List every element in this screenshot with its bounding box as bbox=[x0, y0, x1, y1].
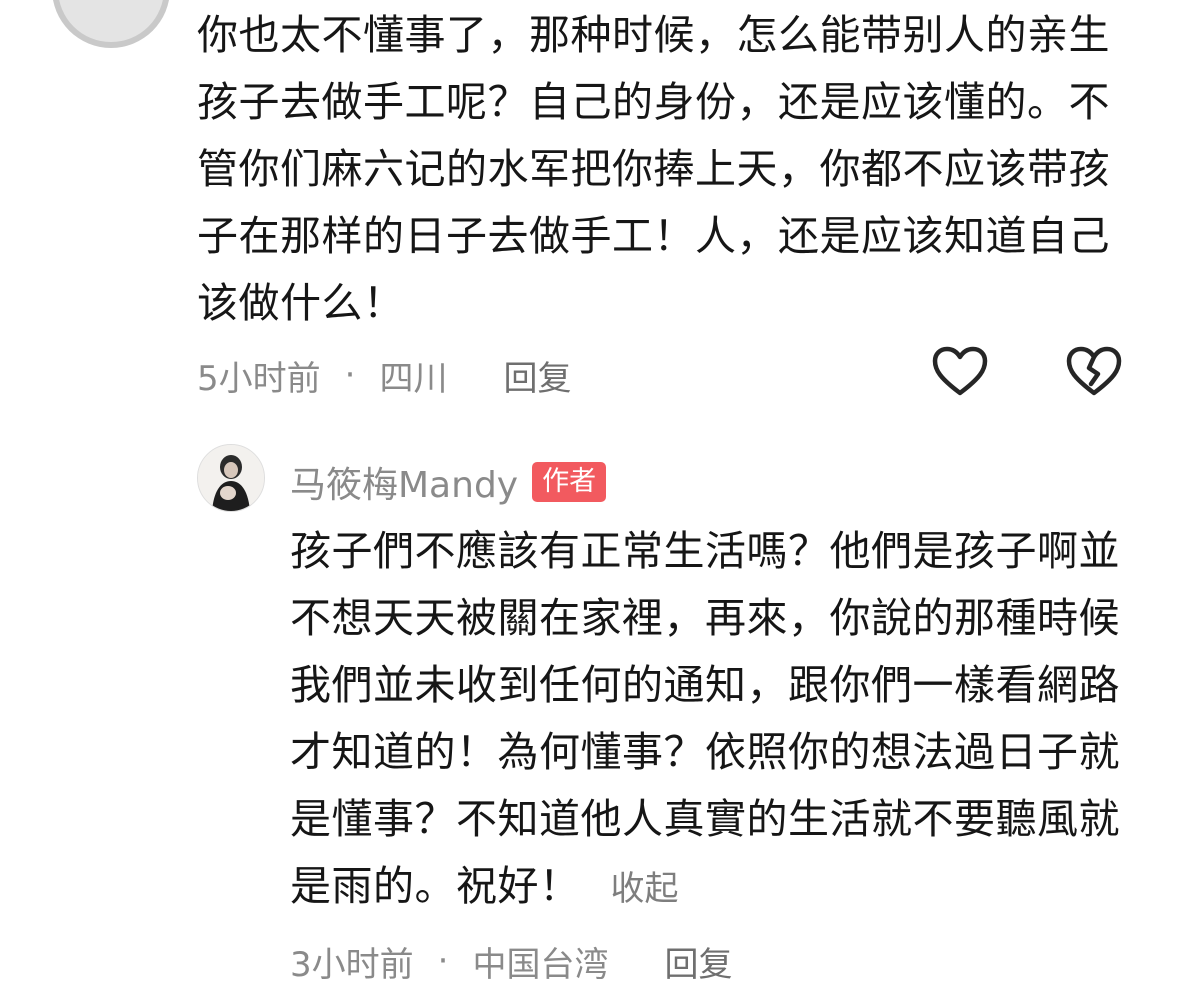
meta-separator: · bbox=[344, 355, 356, 395]
comment-time: 5小时前 bbox=[197, 358, 321, 399]
comment-meta: 5小时前 · 四川 回复 bbox=[197, 350, 571, 400]
avatar-ring bbox=[58, 0, 164, 42]
reply-text: 孩子們不應該有正常生活嗎？他們是孩子啊並不想天天被關在家裡，再來，你說的那種時候… bbox=[290, 527, 1120, 910]
author-name[interactable]: 马筱梅Mandy bbox=[290, 456, 518, 508]
reply-button[interactable]: 回复 bbox=[503, 351, 571, 400]
author-header: 马筱梅Mandy 作者 bbox=[290, 456, 607, 508]
author-photo bbox=[198, 445, 264, 511]
heart-outline-icon[interactable] bbox=[932, 346, 988, 398]
reply-meta: 3小时前 · 中国台湾 回复 bbox=[290, 936, 732, 986]
meta-separator: · bbox=[437, 941, 449, 981]
comment-thread: 你也太不懂事了，那种时候，怎么能带别人的亲生孩子去做手工呢？自己的身份，还是应该… bbox=[0, 0, 1179, 1003]
comment-location: 四川 bbox=[379, 358, 448, 399]
comment-text: 你也太不懂事了，那种时候，怎么能带别人的亲生孩子去做手工呢？自己的身份，还是应该… bbox=[197, 11, 1110, 327]
broken-heart-icon[interactable] bbox=[1066, 346, 1122, 398]
author-badge: 作者 bbox=[532, 462, 607, 502]
commenter-avatar[interactable] bbox=[52, 0, 170, 48]
reply-button[interactable]: 回复 bbox=[664, 937, 732, 986]
reply-location: 中国台湾 bbox=[472, 944, 609, 985]
reply-text-block: 孩子們不應該有正常生活嗎？他們是孩子啊並不想天天被關在家裡，再來，你說的那種時候… bbox=[290, 518, 1140, 923]
collapse-button[interactable]: 收起 bbox=[611, 869, 679, 909]
author-avatar[interactable] bbox=[197, 444, 265, 512]
reply-time: 3小时前 bbox=[290, 944, 414, 985]
